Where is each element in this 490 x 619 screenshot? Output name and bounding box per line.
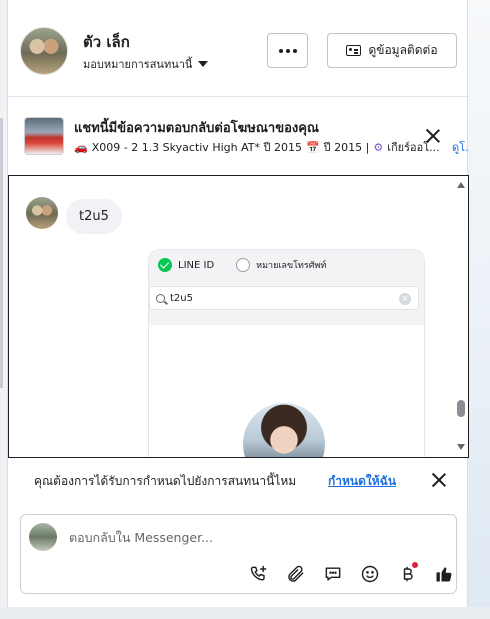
assign-reminder-bar: คุณต้องการได้รับการกำหนดไปยังการสนทนานี้… [8,460,469,498]
shared-screenshot-image[interactable]: LINE ID หมายเลขโทรศัพท์ t2u5 × [148,249,425,457]
scroll-down-arrow-icon[interactable] [457,444,465,450]
message-thread: t2u5 LINE ID หมายเลขโทรศัพท์ t2u5 × [8,175,469,458]
ad-reply-banner: แชทนี้มีข้อความตอบกลับต่อโฆษณาของคุณ 🚗 X… [8,98,469,174]
screenshot-radio-group: LINE ID หมายเลขโทรศัพท์ [158,258,326,272]
assign-label: มอบหมายการสนทนานี้ [83,58,193,71]
ad-view-link[interactable]: ดูโ... [452,138,469,156]
sender-avatar [26,197,58,229]
bottom-background [0,607,490,619]
screenshot-search-field: t2u5 × [149,286,419,310]
assign-to-me-link[interactable]: กำหนดให้ฉัน [328,472,396,491]
ad-details: 🚗 X009 - 2 1.3 Skyactiv High AT* ปี 2015… [74,138,454,156]
calendar-icon: 📅 [305,140,320,154]
close-reminder-icon[interactable] [431,472,447,488]
caret-down-icon [198,61,209,67]
screenshot-search-panel: LINE ID หมายเลขโทรศัพท์ t2u5 × [149,250,424,325]
close-ad-banner-icon[interactable] [425,128,441,144]
contact-avatar[interactable] [20,27,68,75]
ad-car-thumbnail[interactable] [24,117,64,155]
contact-name[interactable]: ตัว เล็ก [83,30,130,54]
more-dots-icon [278,48,283,53]
left-panel-edge [0,0,7,619]
contact-card-icon [346,45,362,56]
screenshot-option-line-id: LINE ID [178,259,215,271]
screenshot-search-value: t2u5 [170,292,193,304]
more-dots-icon [292,48,297,53]
gear-icon: ⚙ [373,140,384,154]
view-contact-info-label: ดูข้อมูลติดต่อ [368,43,438,57]
right-background [468,0,490,619]
message-composer [20,514,457,594]
left-scroll-track [0,118,3,388]
thread-scrollbar[interactable] [454,176,468,456]
composer-toolbar [247,562,456,586]
saved-replies-icon[interactable] [321,562,345,586]
attachment-icon[interactable] [284,562,308,586]
message-bubble[interactable]: t2u5 [66,199,122,234]
check-circle-icon [158,258,172,272]
radio-empty-icon [236,258,251,272]
emoji-icon[interactable] [358,562,382,586]
page-avatar [29,523,57,551]
scroll-thumb[interactable] [457,400,465,417]
conversation-panel: ตัว เล็ก มอบหมายการสนทนานี้ ดูข้อมูลติดต… [7,0,469,607]
assign-reminder-text: คุณต้องการได้รับการกำหนดไปยังการสนทนานี้… [34,474,297,488]
notification-dot [412,562,418,568]
thumbs-up-icon[interactable] [432,562,456,586]
profile-photo [243,403,325,457]
payment-baht-icon[interactable] [395,562,419,586]
screenshot-option-phone: หมายเลขโทรศัพท์ [256,261,327,271]
assign-conversation-dropdown[interactable]: มอบหมายการสนทนานี้ [83,55,209,73]
search-icon [156,293,165,303]
ad-year-text: ปี 2015 | [323,141,370,154]
view-contact-info-button[interactable]: ดูข้อมูลติดต่อ [327,33,457,68]
ad-vehicle-text: X009 - 2 1.3 Skyactiv High AT* ปี 2015 [91,141,302,154]
more-options-button[interactable] [267,33,308,68]
call-icon[interactable] [247,562,271,586]
reply-input[interactable] [69,527,429,547]
clear-icon: × [399,293,411,305]
scroll-up-arrow-icon[interactable] [457,182,465,188]
conversation-header: ตัว เล็ก มอบหมายการสนทนานี้ ดูข้อมูลติดต… [8,0,469,97]
ad-banner-title: แชทนี้มีข้อความตอบกลับต่อโฆษณาของคุณ [74,121,319,136]
more-dots-icon [285,48,290,53]
car-icon: 🚗 [74,140,88,154]
